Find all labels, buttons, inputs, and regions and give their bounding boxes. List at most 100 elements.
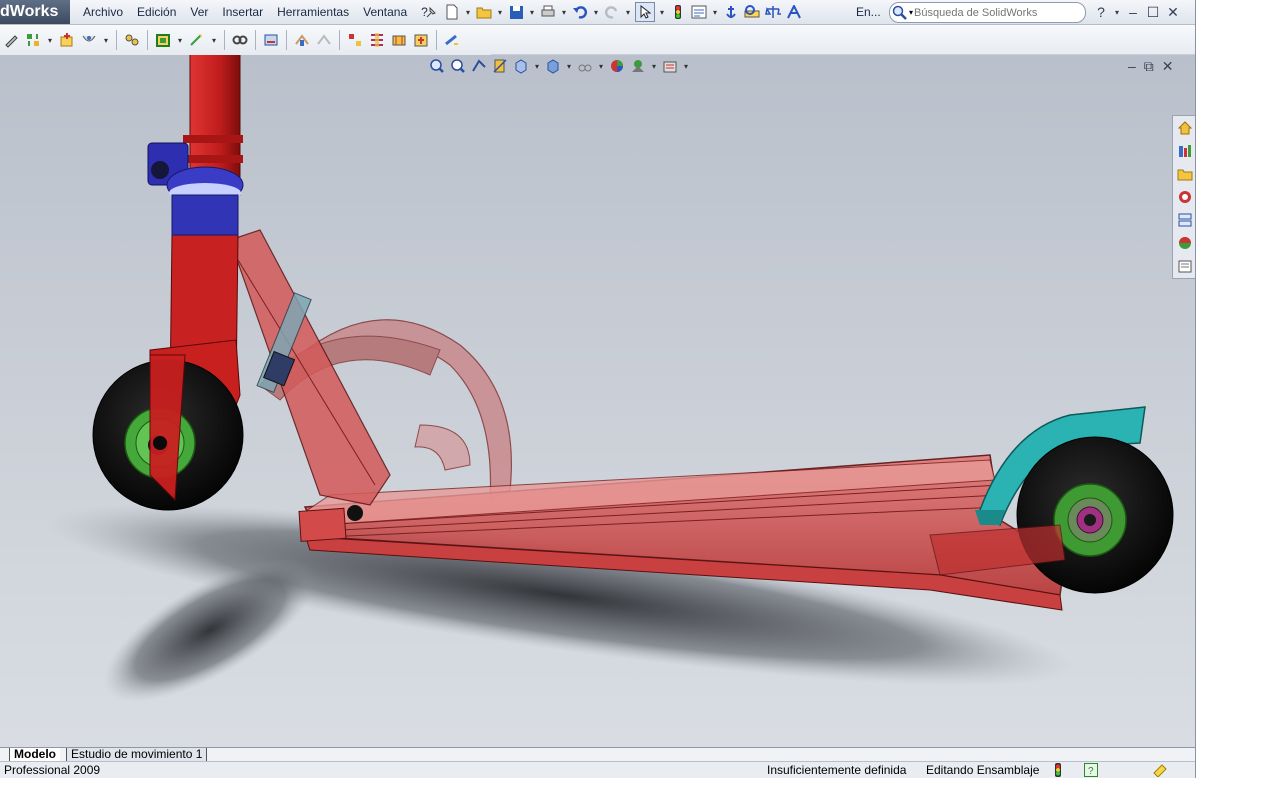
home-icon[interactable]: [1175, 118, 1195, 138]
menu-ventana[interactable]: Ventana: [356, 0, 414, 24]
hide-show-dropdown-icon[interactable]: ▾: [210, 36, 218, 45]
print-dropdown-icon[interactable]: ▾: [560, 8, 568, 17]
scene-dropdown-icon[interactable]: ▾: [650, 62, 658, 71]
solidworks-window: dWorks Archivo Edición Ver Insertar Herr…: [0, 0, 1196, 778]
open-dropdown-icon[interactable]: ▾: [496, 8, 504, 17]
display-style-dropdown-icon[interactable]: ▾: [565, 62, 573, 71]
assembly-features-icon[interactable]: [231, 31, 249, 49]
heads-up-view-toolbar: ▾ ▾ ▾ ▾ ▾: [428, 57, 690, 75]
status-bar: Professional 2009 Insuficientemente defi…: [0, 761, 1195, 778]
smart-mates-icon[interactable]: [24, 31, 42, 49]
search-scope-dropdown-icon[interactable]: ▾: [909, 8, 913, 17]
undo-icon[interactable]: [571, 3, 589, 21]
select-icon[interactable]: [635, 2, 655, 22]
appearances-icon[interactable]: [1175, 233, 1195, 253]
section-view-icon[interactable]: [491, 57, 509, 75]
definition-status: Insuficientemente definida: [767, 763, 907, 777]
search-icon[interactable]: [892, 5, 908, 21]
quick-tips-icon[interactable]: [1152, 763, 1168, 778]
undo-dropdown-icon[interactable]: ▾: [592, 8, 600, 17]
doc-restore-button[interactable]: ⧉: [1144, 58, 1154, 75]
menu-insertar[interactable]: Insertar: [215, 0, 270, 24]
zoom-area-icon[interactable]: [449, 57, 467, 75]
view-orientation-icon[interactable]: [512, 57, 530, 75]
menu-ver[interactable]: Ver: [183, 0, 215, 24]
custom-properties-icon[interactable]: [1175, 256, 1195, 276]
new-motion-study-icon[interactable]: [293, 31, 311, 49]
display-style-icon[interactable]: [544, 57, 562, 75]
doc-minimize-button[interactable]: –: [1128, 58, 1136, 75]
mate-dropdown-icon[interactable]: ▾: [102, 36, 110, 45]
view-orientation-dropdown-icon[interactable]: ▾: [533, 62, 541, 71]
window-controls: ? ▾ – ☐ ✕: [1094, 0, 1180, 24]
menu-archivo[interactable]: Archivo: [76, 0, 130, 24]
doc-close-button[interactable]: ✕: [1162, 58, 1174, 75]
scene-icon[interactable]: [629, 57, 647, 75]
new-document-icon[interactable]: [443, 3, 461, 21]
view-settings-icon[interactable]: [661, 57, 679, 75]
save-dropdown-icon[interactable]: ▾: [528, 8, 536, 17]
menu-edicion[interactable]: Edición: [130, 0, 183, 24]
bill-of-materials-icon[interactable]: [315, 31, 333, 49]
document-window-controls: – ⧉ ✕: [1128, 58, 1174, 75]
zoom-to-fit-icon[interactable]: [428, 57, 446, 75]
properties-dropdown-icon[interactable]: ▾: [711, 8, 719, 17]
measure-icon[interactable]: [743, 3, 761, 21]
move-component-icon[interactable]: [154, 31, 172, 49]
search-icon[interactable]: [1175, 187, 1195, 207]
search-box[interactable]: ▾: [889, 2, 1086, 23]
svg-text:?: ?: [1088, 766, 1094, 777]
text-annotation-icon[interactable]: [785, 3, 803, 21]
insert-component-icon[interactable]: [58, 31, 76, 49]
explode-line-icon[interactable]: [368, 31, 386, 49]
redo-icon[interactable]: [603, 3, 621, 21]
smart-mates-dropdown-icon[interactable]: ▾: [46, 36, 54, 45]
toolbar-separator: [116, 30, 117, 50]
mate-icon[interactable]: [80, 31, 98, 49]
appearance-icon[interactable]: [608, 57, 626, 75]
maximize-button[interactable]: ☐: [1146, 4, 1160, 21]
rebuild-icon[interactable]: [669, 3, 687, 21]
instant3d-icon[interactable]: [443, 31, 461, 49]
toolbar-separator: [147, 30, 148, 50]
scooter-assembly-model[interactable]: [0, 55, 1195, 747]
help-button[interactable]: ?: [1094, 4, 1108, 20]
graphics-area[interactable]: ▾ ▾ ▾ ▾ ▾ – ⧉ ✕: [0, 55, 1195, 747]
rebuild-status-icon[interactable]: [1054, 763, 1062, 778]
design-library-icon[interactable]: [1175, 141, 1195, 161]
reference-geometry-icon[interactable]: [262, 31, 280, 49]
close-button[interactable]: ✕: [1166, 4, 1180, 21]
move-dropdown-icon[interactable]: ▾: [176, 36, 184, 45]
redo-dropdown-icon[interactable]: ▾: [624, 8, 632, 17]
quick-access-overflow[interactable]: En...: [856, 0, 881, 24]
previous-view-icon[interactable]: [470, 57, 488, 75]
hide-show-items-icon[interactable]: [576, 57, 594, 75]
file-explorer-icon[interactable]: [1175, 164, 1195, 184]
pencil-icon[interactable]: [2, 31, 20, 49]
clearance-icon[interactable]: [412, 31, 430, 49]
mass-properties-icon[interactable]: [764, 3, 782, 21]
tab-modelo[interactable]: Modelo: [9, 748, 60, 761]
print-icon[interactable]: [539, 3, 557, 21]
toolbar-separator: [286, 30, 287, 50]
hide-show-items-dropdown-icon[interactable]: ▾: [597, 62, 605, 71]
help-status-icon[interactable]: ?: [1084, 763, 1098, 778]
help-dropdown-icon[interactable]: ▾: [1114, 8, 1120, 17]
select-dropdown-icon[interactable]: ▾: [658, 8, 666, 17]
file-properties-icon[interactable]: [690, 3, 708, 21]
anchor-icon[interactable]: [722, 3, 740, 21]
tab-motion-study[interactable]: Estudio de movimiento 1: [66, 748, 208, 761]
hide-show-icon[interactable]: [188, 31, 206, 49]
view-palette-icon[interactable]: [1175, 210, 1195, 230]
menu-herramientas[interactable]: Herramientas: [270, 0, 356, 24]
save-icon[interactable]: [507, 3, 525, 21]
exploded-view-icon[interactable]: [346, 31, 364, 49]
linear-pattern-icon[interactable]: [123, 31, 141, 49]
open-folder-icon[interactable]: [475, 3, 493, 21]
search-input[interactable]: [914, 6, 1075, 19]
pin-menu-icon[interactable]: [422, 3, 440, 21]
view-settings-dropdown-icon[interactable]: ▾: [682, 62, 690, 71]
minimize-button[interactable]: –: [1126, 4, 1140, 20]
interference-icon[interactable]: [390, 31, 408, 49]
new-dropdown-icon[interactable]: ▾: [464, 8, 472, 17]
